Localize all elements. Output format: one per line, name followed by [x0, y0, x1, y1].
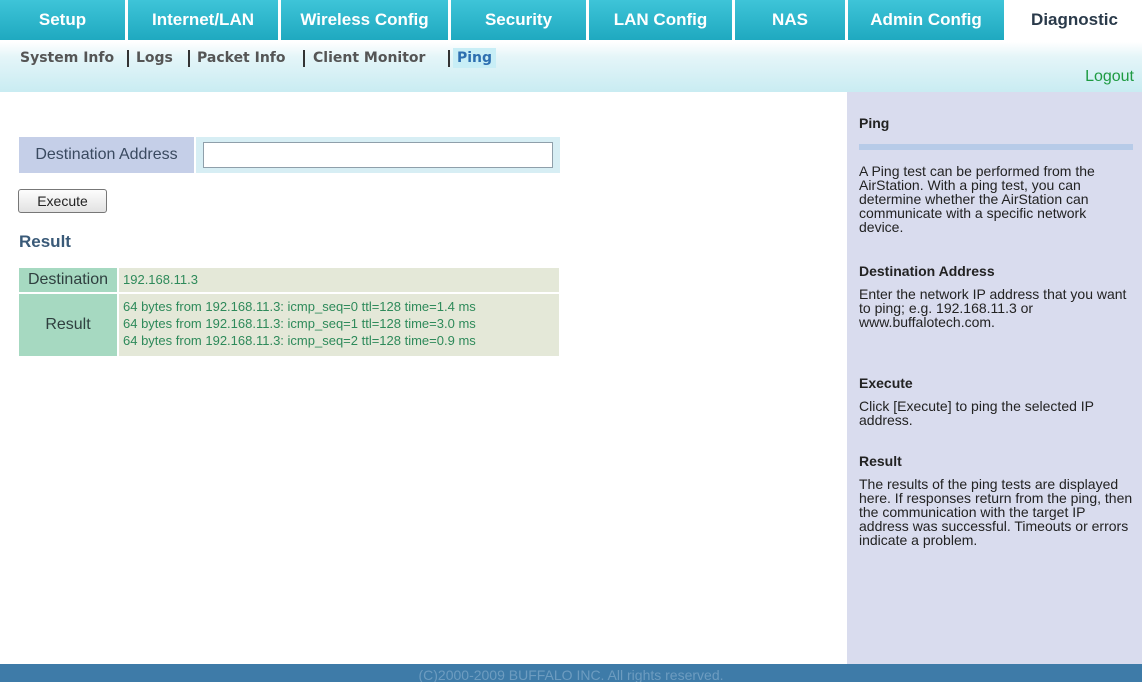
subtab-client-monitor[interactable]: Client Monitor — [313, 48, 425, 68]
tab-internet-lan[interactable]: Internet/LAN — [128, 0, 278, 40]
result-heading: Result — [19, 232, 71, 251]
execute-button[interactable]: Execute — [18, 189, 107, 213]
tab-lan-config[interactable]: LAN Config — [589, 0, 732, 40]
destination-input-cell — [196, 137, 560, 173]
result-destination-value: 192.168.11.3 — [119, 268, 559, 292]
ping-reply-line: 64 bytes from 192.168.11.3: icmp_seq=1 t… — [123, 316, 476, 331]
help-title: Ping — [859, 115, 890, 131]
subtab-logs[interactable]: Logs — [136, 48, 173, 68]
ping-reply-line: 64 bytes from 192.168.11.3: icmp_seq=2 t… — [123, 333, 476, 348]
result-destination-label: Destination — [19, 268, 117, 292]
logout-link[interactable]: Logout — [1085, 68, 1134, 86]
tab-diagnostic[interactable]: Diagnostic — [1007, 0, 1142, 40]
tab-wireless-config[interactable]: Wireless Config — [281, 0, 448, 40]
help-section-title: Execute — [859, 375, 913, 391]
help-panel: Ping A Ping test can be performed from t… — [847, 92, 1142, 664]
destination-address-input[interactable] — [203, 142, 553, 168]
result-output-value: 64 bytes from 192.168.11.3: icmp_seq=0 t… — [119, 294, 559, 356]
subnav-divider — [303, 50, 305, 67]
help-section-title: Destination Address — [859, 263, 995, 279]
tab-security[interactable]: Security — [451, 0, 586, 40]
top-nav: Setup Internet/LAN Wireless Config Secur… — [0, 0, 1142, 42]
tab-nas[interactable]: NAS — [735, 0, 845, 40]
footer-copyright: (C)2000-2009 BUFFALO INC. All rights res… — [0, 664, 1142, 682]
help-section-text: The results of the ping tests are displa… — [859, 476, 1133, 548]
help-section-title: Result — [859, 453, 902, 469]
tab-admin-config[interactable]: Admin Config — [848, 0, 1004, 40]
sub-nav: System Info Logs Packet Info Client Moni… — [0, 42, 1142, 92]
help-divider — [859, 144, 1133, 150]
subtab-system-info[interactable]: System Info — [20, 48, 114, 68]
help-section-text: Click [Execute] to ping the selected IP … — [859, 398, 1094, 428]
subtab-ping[interactable]: Ping — [453, 48, 497, 68]
ping-reply-line: 64 bytes from 192.168.11.3: icmp_seq=0 t… — [123, 299, 476, 314]
subtab-packet-info[interactable]: Packet Info — [197, 48, 286, 68]
subnav-divider — [448, 50, 450, 67]
help-intro: A Ping test can be performed from the Ai… — [859, 163, 1095, 235]
help-section-text: Enter the network IP address that you wa… — [859, 286, 1127, 330]
destination-address-label: Destination Address — [19, 137, 194, 173]
tab-setup[interactable]: Setup — [0, 0, 125, 40]
subnav-divider — [188, 50, 190, 67]
subnav-divider — [127, 50, 129, 67]
result-output-label: Result — [19, 294, 117, 356]
